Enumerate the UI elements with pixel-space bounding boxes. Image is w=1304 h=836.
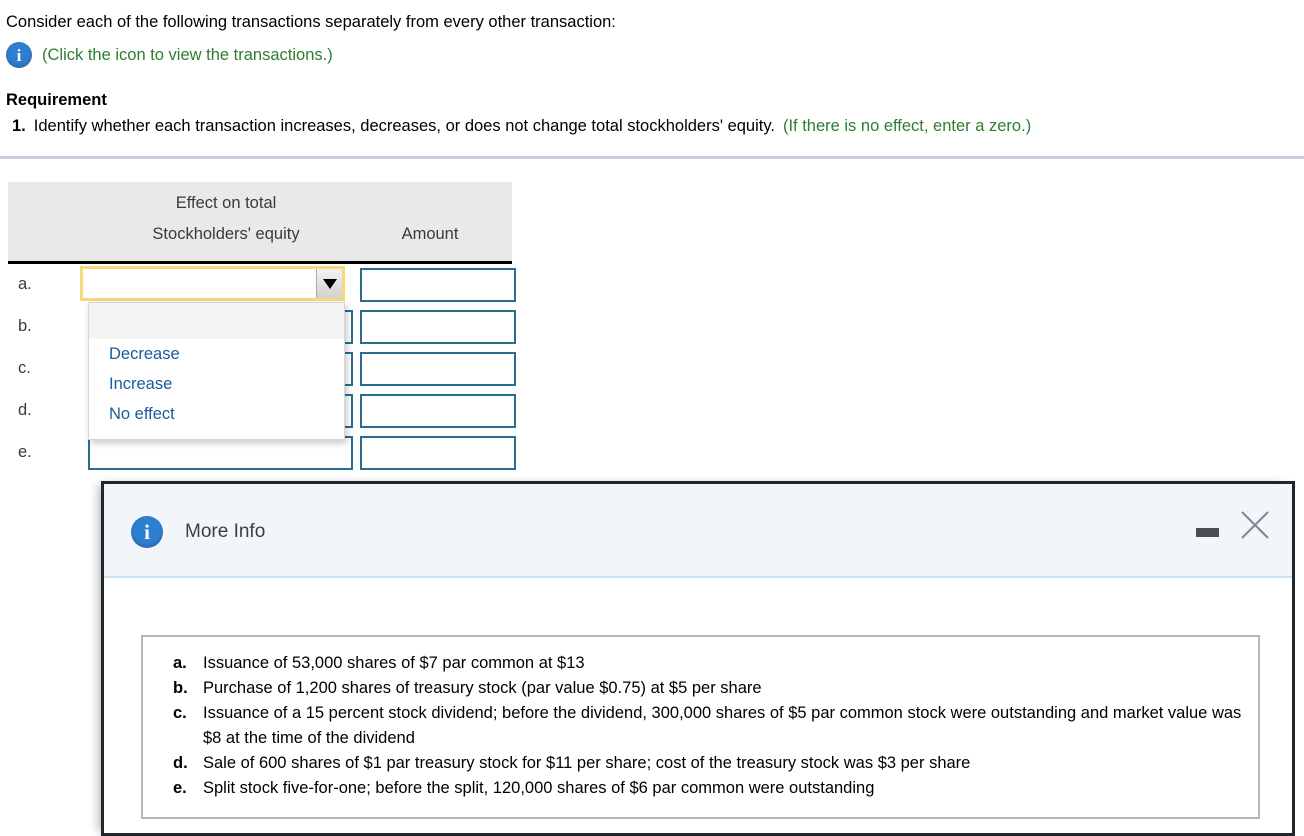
- list-item-text: Issuance of a 15 percent stock dividend;…: [203, 704, 1242, 747]
- more-info-dialog: i More Info a. Issuance of 53,000 shares…: [101, 481, 1295, 836]
- page-root: Consider each of the following transacti…: [0, 0, 1304, 836]
- list-item-text: Issuance of 53,000 shares of $7 par comm…: [203, 654, 585, 672]
- dialog-body: a. Issuance of 53,000 shares of $7 par c…: [104, 578, 1292, 833]
- column-header-amount: Amount: [401, 225, 459, 243]
- section-divider: [0, 156, 1304, 159]
- dialog-header: i More Info: [104, 484, 1292, 578]
- requirement-heading: Requirement: [6, 91, 107, 109]
- amount-input-e[interactable]: [360, 436, 516, 470]
- effect-select-a[interactable]: [80, 266, 345, 301]
- list-item-text: Purchase of 1,200 shares of treasury sto…: [203, 679, 762, 697]
- requirement-hint: (If there is no effect, enter a zero.): [782, 117, 1032, 135]
- close-icon[interactable]: [1238, 508, 1272, 542]
- list-item-text: Sale of 600 shares of $1 par treasury st…: [203, 754, 971, 772]
- transactions-icon-line: i (Click the icon to view the transactio…: [6, 42, 333, 68]
- option-no-effect[interactable]: No effect: [89, 399, 344, 429]
- requirement-number: 1.: [12, 117, 26, 135]
- amount-input-d[interactable]: [360, 394, 516, 428]
- dialog-title: More Info: [185, 521, 266, 542]
- row-label-a: a.: [18, 275, 32, 293]
- row-label-e: e.: [18, 443, 32, 461]
- icon-hint-text[interactable]: (Click the icon to view the transactions…: [42, 46, 333, 65]
- column-header-effect-line1: Effect on total: [175, 194, 277, 212]
- amount-input-c[interactable]: [360, 352, 516, 386]
- list-item: a. Issuance of 53,000 shares of $7 par c…: [159, 651, 1242, 676]
- option-blank[interactable]: [89, 303, 344, 339]
- chevron-down-icon[interactable]: [316, 269, 342, 298]
- info-icon[interactable]: i: [6, 42, 32, 68]
- requirement-row: 1. Identify whether each transaction inc…: [12, 117, 1031, 136]
- minimize-icon[interactable]: [1196, 528, 1219, 537]
- list-item-key: e.: [173, 779, 187, 797]
- list-item-key: b.: [173, 679, 188, 697]
- intro-text: Consider each of the following transacti…: [6, 13, 616, 31]
- requirement-text: Identify whether each transaction increa…: [33, 117, 775, 135]
- transactions-list: a. Issuance of 53,000 shares of $7 par c…: [141, 635, 1260, 819]
- list-item-key: d.: [173, 754, 188, 772]
- option-increase[interactable]: Increase: [89, 369, 344, 399]
- effect-select-a-value[interactable]: [83, 269, 316, 298]
- effect-select-e-box[interactable]: [88, 436, 353, 470]
- amount-input-b[interactable]: [360, 310, 516, 344]
- row-label-c: c.: [18, 359, 31, 377]
- row-label-b: b.: [18, 317, 32, 335]
- list-item-key: a.: [173, 654, 187, 672]
- option-decrease[interactable]: Decrease: [89, 339, 344, 369]
- list-item: c. Issuance of a 15 percent stock divide…: [159, 701, 1242, 751]
- list-item: b. Purchase of 1,200 shares of treasury …: [159, 676, 1242, 701]
- list-item: d. Sale of 600 shares of $1 par treasury…: [159, 751, 1242, 776]
- info-icon: i: [131, 516, 163, 548]
- table-header: Effect on total Stockholders' equity Amo…: [8, 182, 512, 264]
- list-item-text: Split stock five-for-one; before the spl…: [203, 779, 875, 797]
- list-item-key: c.: [173, 704, 187, 722]
- dialog-title-group: i More Info: [131, 516, 265, 548]
- amount-input-a[interactable]: [360, 268, 516, 302]
- effect-select-e[interactable]: [88, 436, 353, 470]
- list-item: e. Split stock five-for-one; before the …: [159, 776, 1242, 801]
- effect-select-a-options[interactable]: Decrease Increase No effect: [88, 302, 345, 440]
- row-label-d: d.: [18, 401, 32, 419]
- column-header-stockholders-equity: Stockholders' equity: [152, 225, 300, 243]
